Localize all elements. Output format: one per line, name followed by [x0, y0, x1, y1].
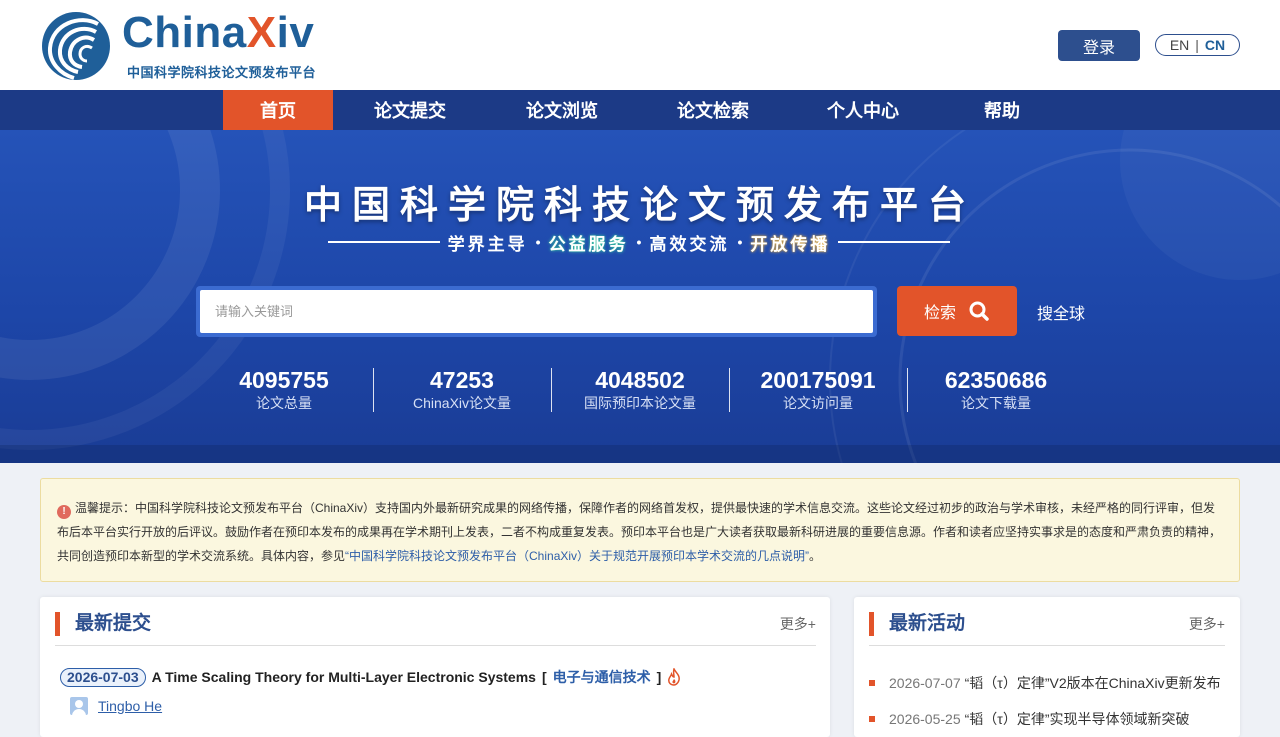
panel-title: 最新提交 [75, 613, 152, 634]
stat-label: 论文访问量 [783, 395, 853, 411]
activity-item[interactable]: 2026-07-07 “韬（τ）定律”V2版本在ChinaXiv更新发布 [869, 665, 1225, 701]
activity-list: 2026-07-07 “韬（τ）定律”V2版本在ChinaXiv更新发布 202… [869, 665, 1225, 737]
submission-title[interactable]: A Time Scaling Theory for Multi-Layer El… [152, 669, 536, 685]
banner-title: 中国科学院科技论文预发布平台 [303, 185, 976, 227]
warning-icon: ! [57, 505, 71, 519]
bullet-icon [869, 716, 875, 722]
slogan-dot: • [535, 234, 541, 250]
slogan-1: 学界主导 [447, 234, 528, 254]
language-switch: EN | CN [1155, 34, 1240, 56]
panel-accent-bar [55, 612, 60, 636]
stat-visits: 200175091 论文访问量 [729, 366, 907, 414]
search-button-label: 检索 [923, 305, 956, 322]
bracket-close: ] [656, 669, 662, 685]
slogan-4: 开放传播 [750, 234, 831, 254]
stats-bar: 4095755 论文总量 47253 ChinaXiv论文量 4048502 国… [195, 366, 1085, 414]
latest-submissions-panel: 最新提交 更多+ 2026-07-03 A Time Scaling Theor… [40, 597, 830, 737]
stat-total-papers: 4095755 论文总量 [195, 366, 373, 414]
stat-label: 论文下载量 [961, 395, 1031, 411]
banner-slogan: 学界主导 • 公益服务 • 高效交流 • 开放传播 [328, 230, 950, 254]
stat-value: 62350686 [944, 367, 1048, 393]
slogan-2: 公益服务 [548, 234, 629, 254]
login-button[interactable]: 登录 [1058, 30, 1140, 61]
nav-item-search[interactable]: 论文检索 [658, 90, 768, 130]
lang-cn-link[interactable]: CN [1205, 37, 1225, 53]
panel-accent-bar [869, 612, 874, 636]
stat-intl-preprints: 4048502 国际预印本论文量 [551, 366, 729, 414]
slogan-3: 高效交流 [649, 234, 730, 254]
stat-label: 论文总量 [256, 395, 312, 411]
logo-mark-icon [42, 12, 110, 80]
slogan-dot: • [737, 234, 743, 250]
activity-date: 2026-07-07 [889, 675, 961, 691]
hot-flame-icon [668, 668, 681, 686]
search-icon [969, 301, 989, 321]
submission-item: 2026-07-03 A Time Scaling Theory for Mul… [60, 667, 681, 687]
user-icon [70, 697, 88, 715]
logo-subtitle: 中国科学院科技论文预发布平台 [127, 65, 317, 80]
nav-item-help[interactable]: 帮助 [947, 90, 1057, 130]
author-link[interactable]: Tingbo He [98, 698, 162, 714]
bracket-open: [ [541, 669, 547, 685]
activity-title[interactable]: “韬（τ）定律”V2版本在ChinaXiv更新发布 [965, 673, 1221, 693]
author-row: Tingbo He [70, 697, 162, 715]
search-button[interactable]: 检索 [897, 286, 1017, 336]
notice-end: 。 [809, 549, 822, 563]
search-box [196, 286, 877, 337]
site-header: ChinaXiv 中国科学院科技论文预发布平台 登录 EN | CN [0, 0, 1280, 90]
stat-value: 47253 [430, 367, 494, 393]
nav-item-submit[interactable]: 论文提交 [355, 90, 465, 130]
lang-separator: | [1195, 37, 1199, 53]
stat-value: 200175091 [760, 367, 876, 393]
stat-label: 国际预印本论文量 [584, 395, 696, 411]
activity-item[interactable]: 2026-05-25 “韬（τ）定律”实现半导体领域新突破 [869, 701, 1225, 737]
slogan-line-left [328, 241, 440, 243]
more-link[interactable]: 更多+ [1189, 614, 1225, 634]
bullet-icon [869, 680, 875, 686]
activity-title[interactable]: “韬（τ）定律”实现半导体领域新突破 [965, 709, 1190, 729]
search-input[interactable] [200, 290, 873, 333]
nav-item-personal[interactable]: 个人中心 [808, 90, 918, 130]
stat-value: 4048502 [595, 367, 685, 393]
stat-downloads: 62350686 论文下载量 [907, 366, 1085, 414]
latest-activities-panel: 最新活动 更多+ 2026-07-07 “韬（τ）定律”V2版本在ChinaXi… [854, 597, 1240, 737]
more-link[interactable]: 更多+ [780, 614, 816, 634]
date-badge: 2026-07-03 [60, 667, 146, 687]
hero-banner: 中国科学院科技论文预发布平台 学界主导 • 公益服务 • 高效交流 • 开放传播… [0, 130, 1280, 463]
nav-item-browse[interactable]: 论文浏览 [507, 90, 617, 130]
stat-label: ChinaXiv论文量 [412, 395, 512, 411]
panel-header: 最新活动 更多+ [869, 612, 1225, 646]
notice-box: ! 温馨提示：中国科学院科技论文预发布平台（ChinaXiv）支持国内外最新研究成… [40, 478, 1240, 582]
panel-header: 最新提交 更多+ [55, 612, 816, 646]
chinaxiv-logo[interactable]: ChinaXiv 中国科学院科技论文预发布平台 [40, 8, 330, 82]
slogan-dot: • [636, 234, 642, 250]
notice-link[interactable]: “中国科学院科技论文预发布平台（ChinaXiv）关于规范开展预印本学术交流的几… [345, 549, 809, 563]
lang-en-link[interactable]: EN [1170, 37, 1189, 53]
nav-item-home[interactable]: 首页 [223, 90, 333, 130]
stat-chinaxiv-papers: 47253 ChinaXiv论文量 [373, 366, 551, 414]
activity-date: 2026-05-25 [889, 711, 961, 727]
stat-value: 4095755 [239, 367, 329, 393]
logo-wordmark: ChinaXiv [122, 8, 315, 57]
submission-category[interactable]: 电子与通信技术 [553, 667, 651, 687]
panel-title: 最新活动 [889, 613, 966, 634]
main-nav: 首页 论文提交 论文浏览 论文检索 个人中心 帮助 [0, 90, 1280, 130]
global-search-link[interactable]: 搜全球 [1037, 300, 1085, 324]
slogan-line-right [838, 241, 950, 243]
